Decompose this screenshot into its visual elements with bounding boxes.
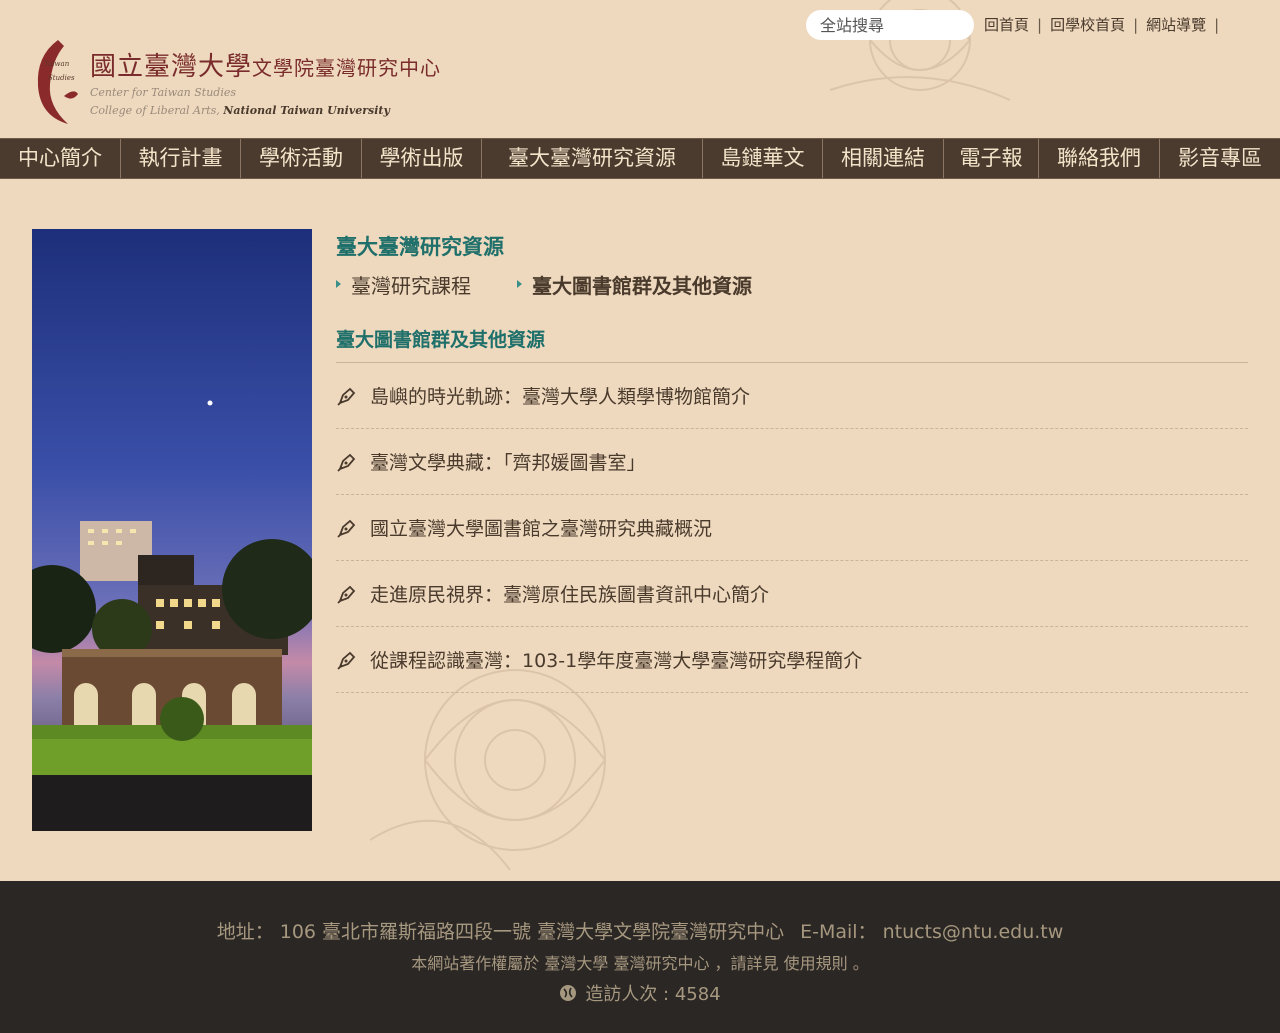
campus-night-photo <box>32 229 312 831</box>
pen-nib-icon <box>337 651 356 670</box>
pen-nib-icon <box>337 585 356 604</box>
logo-title: 國立臺灣大學文學院臺灣研究中心 <box>90 52 442 82</box>
nav-item-newsletter[interactable]: 電子報 <box>944 139 1039 178</box>
list-item[interactable]: 從課程認識臺灣：103-1學年度臺灣大學臺灣研究學程簡介 <box>336 627 1248 693</box>
list-title: 臺大圖書館群及其他資源 <box>336 325 1248 363</box>
pen-nib-icon <box>337 453 356 472</box>
nav-item-media[interactable]: 影音專區 <box>1160 139 1280 178</box>
logo-brush-mark: Taiwan Studies <box>37 40 78 124</box>
triangle-bullet-icon <box>517 280 522 288</box>
section-title: 臺大臺灣研究資源 <box>336 235 504 259</box>
svg-text:Studies: Studies <box>48 74 75 82</box>
svg-text:Taiwan: Taiwan <box>44 60 70 68</box>
site-header: Taiwan Studies 國立臺灣大學文學院臺灣研究中心 Center fo… <box>0 0 1280 138</box>
site-footer: 地址： 106 臺北市羅斯福路四段一號 臺灣大學文學院臺灣研究中心 E-Mail：… <box>0 881 1280 1033</box>
footer-contact: 地址： 106 臺北市羅斯福路四段一號 臺灣大學文學院臺灣研究中心 E-Mail：… <box>0 917 1280 944</box>
subnav-item-courses[interactable]: 臺灣研究課程 <box>336 270 471 299</box>
top-links: 回首頁 | 回學校首頁 | 網站導覽 | <box>984 16 1220 34</box>
nav-item-publications[interactable]: 學術出版 <box>362 139 482 178</box>
nav-item-ntu-taiwan-resources[interactable]: 臺大臺灣研究資源 <box>482 139 703 178</box>
triangle-bullet-icon <box>336 280 341 288</box>
main-content: 臺大臺灣研究資源 臺灣研究課程 臺大圖書館群及其他資源 臺大圖書館群及其他資源 … <box>336 229 1248 693</box>
nav-item-about[interactable]: 中心簡介 <box>0 139 121 178</box>
nav-item-contact[interactable]: 聯絡我們 <box>1039 139 1160 178</box>
pen-nib-icon <box>337 387 356 406</box>
article-list: 島嶼的時光軌跡：臺灣大學人類學博物館簡介 臺灣文學典藏：「齊邦媛圖書室」 國立臺… <box>336 363 1248 693</box>
nav-item-academic-events[interactable]: 學術活動 <box>241 139 362 178</box>
site-logo[interactable]: Taiwan Studies 國立臺灣大學文學院臺灣研究中心 Center fo… <box>28 36 448 132</box>
list-item[interactable]: 國立臺灣大學圖書館之臺灣研究典藏概況 <box>336 495 1248 561</box>
list-item[interactable]: 走進原民視界：臺灣原住民族圖書資訊中心簡介 <box>336 561 1248 627</box>
logo-english-line-1: Center for Taiwan Studies <box>90 86 237 99</box>
logo-english-line-2: College of Liberal Arts, National Taiwan… <box>90 104 390 117</box>
nav-item-related-links[interactable]: 相關連結 <box>823 139 944 178</box>
home-link[interactable]: 回首頁 <box>984 16 1029 34</box>
nav-item-island-chain[interactable]: 島鏈華文 <box>703 139 823 178</box>
school-home-link[interactable]: 回學校首頁 <box>1050 16 1125 34</box>
list-item[interactable]: 臺灣文學典藏：「齊邦媛圖書室」 <box>336 429 1248 495</box>
list-item[interactable]: 島嶼的時光軌跡：臺灣大學人類學博物館簡介 <box>336 363 1248 429</box>
subnav-item-libraries[interactable]: 臺大圖書館群及其他資源 <box>517 270 752 299</box>
main-nav: 中心簡介 執行計畫 學術活動 學術出版 臺大臺灣研究資源 島鏈華文 相關連結 電… <box>0 138 1280 179</box>
visitor-globe-icon <box>560 985 577 1001</box>
footer-email[interactable]: E-Mail： ntucts@ntu.edu.tw <box>800 921 1063 943</box>
footer-visitor-counter: 造訪人次 : 4584 <box>0 980 1280 1006</box>
pen-nib-icon <box>337 519 356 538</box>
nav-item-projects[interactable]: 執行計畫 <box>121 139 241 178</box>
footer-copyright: 本網站著作權屬於 臺灣大學 臺灣研究中心 ，請詳見 使用規則 。 <box>411 954 869 973</box>
footer-address: 地址： 106 臺北市羅斯福路四段一號 臺灣大學文學院臺灣研究中心 <box>216 921 785 943</box>
sub-nav: 臺灣研究課程 臺大圖書館群及其他資源 <box>336 265 1248 303</box>
sitemap-link[interactable]: 網站導覽 <box>1146 16 1206 34</box>
site-search-input[interactable] <box>806 10 974 40</box>
